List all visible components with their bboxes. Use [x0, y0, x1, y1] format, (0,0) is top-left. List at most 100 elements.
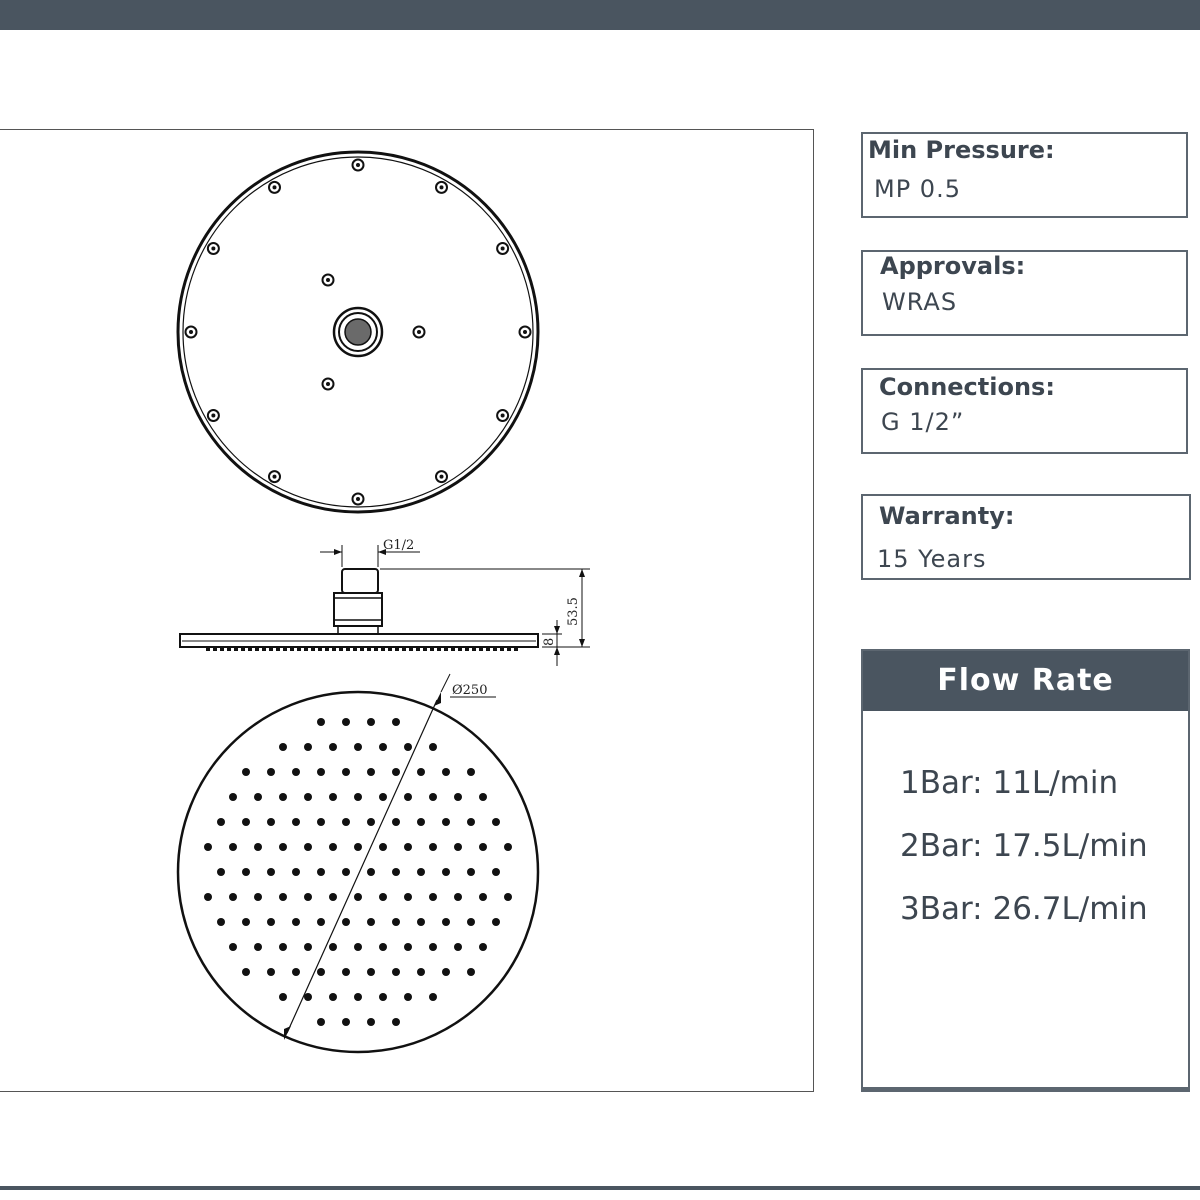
plate-dim-label: 8 — [542, 638, 557, 646]
side-nozzle — [479, 647, 483, 651]
nozzle-hole — [254, 943, 262, 951]
min-pressure-box: Min Pressure: MP 0.5 — [861, 132, 1188, 218]
nozzle-hole — [392, 768, 400, 776]
nozzle-hole — [279, 893, 287, 901]
connection-dim-label: G1/2 — [383, 538, 414, 553]
flow-rate-row: 3Bar: 26.7L/min — [900, 891, 1148, 927]
nozzle-hole — [267, 868, 275, 876]
nozzle-hole — [392, 1018, 400, 1026]
nozzle-hole — [229, 893, 237, 901]
nozzle-hole — [417, 768, 425, 776]
nozzle-hole — [267, 918, 275, 926]
nozzle-hole — [417, 868, 425, 876]
nozzle-hole — [467, 968, 475, 976]
warranty-value: 15 Years — [877, 545, 987, 573]
nozzle-hole — [442, 818, 450, 826]
nozzle-hole — [304, 893, 312, 901]
side-nozzle — [290, 647, 294, 651]
side-nozzle — [395, 647, 399, 651]
nozzle-hole — [429, 943, 437, 951]
nozzle-hole — [454, 843, 462, 851]
nozzle-hole — [342, 718, 350, 726]
side-nozzle — [339, 647, 343, 651]
nozzle-hole — [454, 793, 462, 801]
nozzle-hole — [392, 968, 400, 976]
nozzle-hole — [342, 968, 350, 976]
nozzle-hole — [267, 968, 275, 976]
height-dim-label: 53.5 — [566, 597, 581, 626]
warranty-box: Warranty: 15 Years — [861, 494, 1191, 580]
nozzle-hole — [317, 818, 325, 826]
side-nozzle — [262, 647, 266, 651]
side-nozzle — [325, 647, 329, 651]
nozzle-hole — [492, 818, 500, 826]
nozzle-hole — [317, 918, 325, 926]
nozzle-hole — [392, 918, 400, 926]
nozzle-hole — [279, 993, 287, 1001]
side-nozzle — [346, 647, 350, 651]
side-nozzle — [241, 647, 245, 651]
flow-rate-panel: Flow Rate 1Bar: 11L/min 2Bar: 17.5L/min … — [861, 649, 1190, 1092]
side-nozzle — [430, 647, 434, 651]
nozzle-hole — [217, 868, 225, 876]
nozzle-hole — [329, 893, 337, 901]
side-nozzle — [388, 647, 392, 651]
nozzle-hole — [504, 893, 512, 901]
nozzle-hole — [392, 868, 400, 876]
nozzle-hole — [292, 868, 300, 876]
nozzle-hole — [354, 993, 362, 1001]
nozzle-hole — [429, 793, 437, 801]
nozzle-hole — [379, 843, 387, 851]
nozzle-hole — [254, 793, 262, 801]
nozzle-hole — [317, 768, 325, 776]
nozzle-hole — [367, 818, 375, 826]
nozzle-hole — [442, 968, 450, 976]
nozzle-hole — [442, 918, 450, 926]
side-nozzle — [423, 647, 427, 651]
warranty-label: Warranty: — [879, 502, 1015, 530]
nozzle-hole — [242, 868, 250, 876]
side-nozzle — [227, 647, 231, 651]
nozzle-hole — [342, 768, 350, 776]
side-nozzle — [276, 647, 280, 651]
nozzle-hole — [404, 793, 412, 801]
nozzle-hole — [217, 818, 225, 826]
diameter-dim-label: Ø250 — [452, 683, 487, 698]
nozzle-hole — [342, 818, 350, 826]
nozzle-hole — [317, 968, 325, 976]
side-nozzle — [332, 647, 336, 651]
nozzle-hole — [367, 718, 375, 726]
nozzle-hole — [329, 943, 337, 951]
nozzle-hole — [267, 768, 275, 776]
side-nozzle — [437, 647, 441, 651]
nozzle-hole — [304, 943, 312, 951]
nozzle-hole — [367, 1018, 375, 1026]
nozzle-hole — [304, 843, 312, 851]
nozzle-hole — [254, 843, 262, 851]
nozzle-hole — [317, 868, 325, 876]
center-connector-inner — [344, 318, 372, 346]
nozzle-hole — [492, 868, 500, 876]
top-view — [176, 150, 540, 514]
nozzle-hole — [467, 768, 475, 776]
side-nozzle — [297, 647, 301, 651]
side-nozzle — [493, 647, 497, 651]
nozzle-hole — [404, 843, 412, 851]
flow-rate-row: 2Bar: 17.5L/min — [900, 828, 1148, 864]
connections-box: Connections: G 1/2” — [861, 368, 1188, 454]
nozzle-hole — [442, 768, 450, 776]
nozzle-hole — [367, 868, 375, 876]
nozzle-hole — [454, 943, 462, 951]
footer-rule — [0, 1186, 1200, 1190]
nozzle-hole — [292, 818, 300, 826]
nozzle-hole — [479, 943, 487, 951]
side-nozzle — [451, 647, 455, 651]
nozzle-hole — [379, 993, 387, 1001]
nozzle-hole — [342, 868, 350, 876]
nozzle-hole — [467, 818, 475, 826]
nozzle-hole — [292, 968, 300, 976]
nozzle-hole — [292, 768, 300, 776]
nozzle-hole — [279, 743, 287, 751]
nozzle-hole — [354, 793, 362, 801]
side-nozzle — [507, 647, 511, 651]
